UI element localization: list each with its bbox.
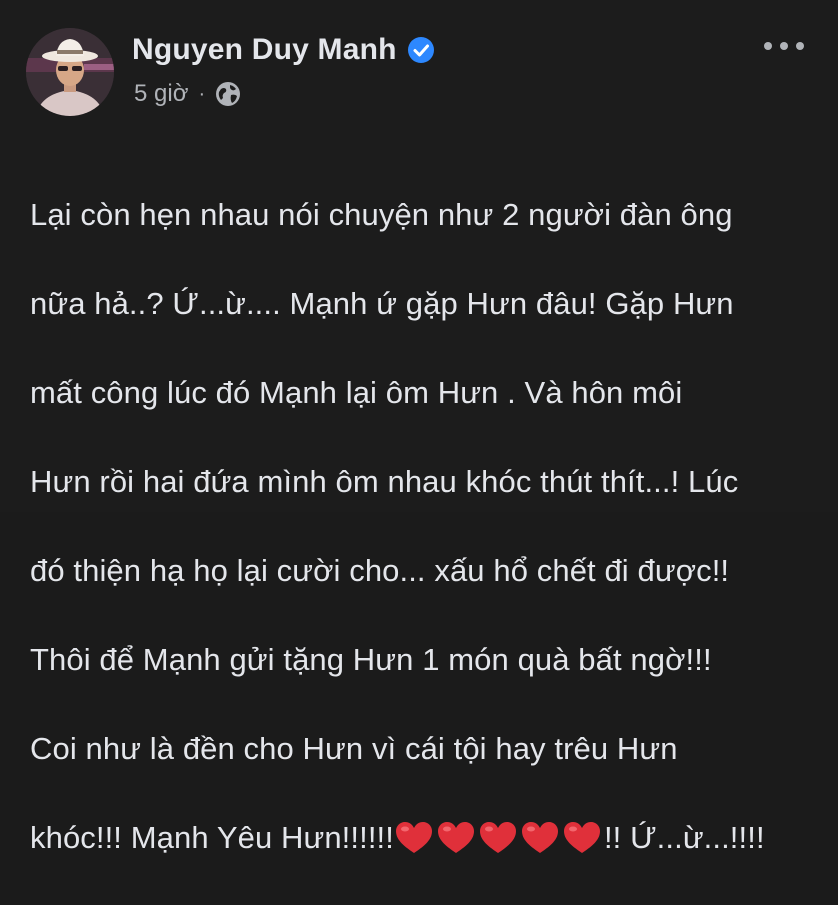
- more-dot: [796, 42, 804, 50]
- red-heart-icon: [479, 821, 516, 853]
- more-dot: [780, 42, 788, 50]
- post-body-last-line: khóc!!! Mạnh Yêu Hưn!!!!!! !! Ứ...ừ...!!!…: [30, 816, 820, 861]
- red-heart-icon: [563, 821, 600, 853]
- post-body-line: Coi như là đền cho Hưn vì cái tội hay tr…: [30, 730, 678, 766]
- meta-separator: ·: [198, 82, 206, 105]
- last-line-text-before: khóc!!! Mạnh Yêu Hưn!!!!!!: [30, 819, 394, 855]
- more-options-button[interactable]: [764, 34, 804, 58]
- post-timestamp[interactable]: 5 giờ: [134, 80, 188, 108]
- author-name[interactable]: Nguyen Duy Manh: [132, 33, 397, 67]
- author-avatar[interactable]: [26, 28, 114, 116]
- red-heart-icon: [395, 821, 432, 853]
- post-body-line: Hưn rồi hai đứa mình ôm nhau khóc thút t…: [30, 463, 739, 499]
- post-body-line: đó thiện hạ họ lại cười cho... xấu hổ ch…: [30, 552, 730, 588]
- post-body-line: Thôi để Mạnh gửi tặng Hưn 1 món quà bất …: [30, 641, 712, 677]
- more-dot: [764, 42, 772, 50]
- post-body: Lại còn hẹn nhau nói chuyện như 2 người …: [30, 148, 820, 905]
- post-body-line: Lại còn hẹn nhau nói chuyện như 2 người …: [30, 196, 733, 232]
- last-line-text-after: !! Ứ...ừ...!!!!: [603, 819, 765, 855]
- globe-icon[interactable]: [215, 81, 241, 107]
- author-row: Nguyen Duy Manh: [132, 30, 435, 70]
- red-heart-icon: [437, 821, 474, 853]
- facebook-post: Nguyen Duy Manh 5 giờ · Lại còn hẹn nhau…: [0, 0, 838, 855]
- heart-emoji-group: [394, 820, 604, 855]
- post-meta: 5 giờ ·: [134, 78, 241, 110]
- verified-badge-icon: [407, 37, 434, 63]
- post-body-line: nữa hả..? Ứ...ừ.... Mạnh ứ gặp Hưn đâu! …: [30, 285, 734, 321]
- post-body-line: mất công lúc đó Mạnh lại ôm Hưn . Và hôn…: [30, 374, 683, 410]
- red-heart-icon: [521, 821, 558, 853]
